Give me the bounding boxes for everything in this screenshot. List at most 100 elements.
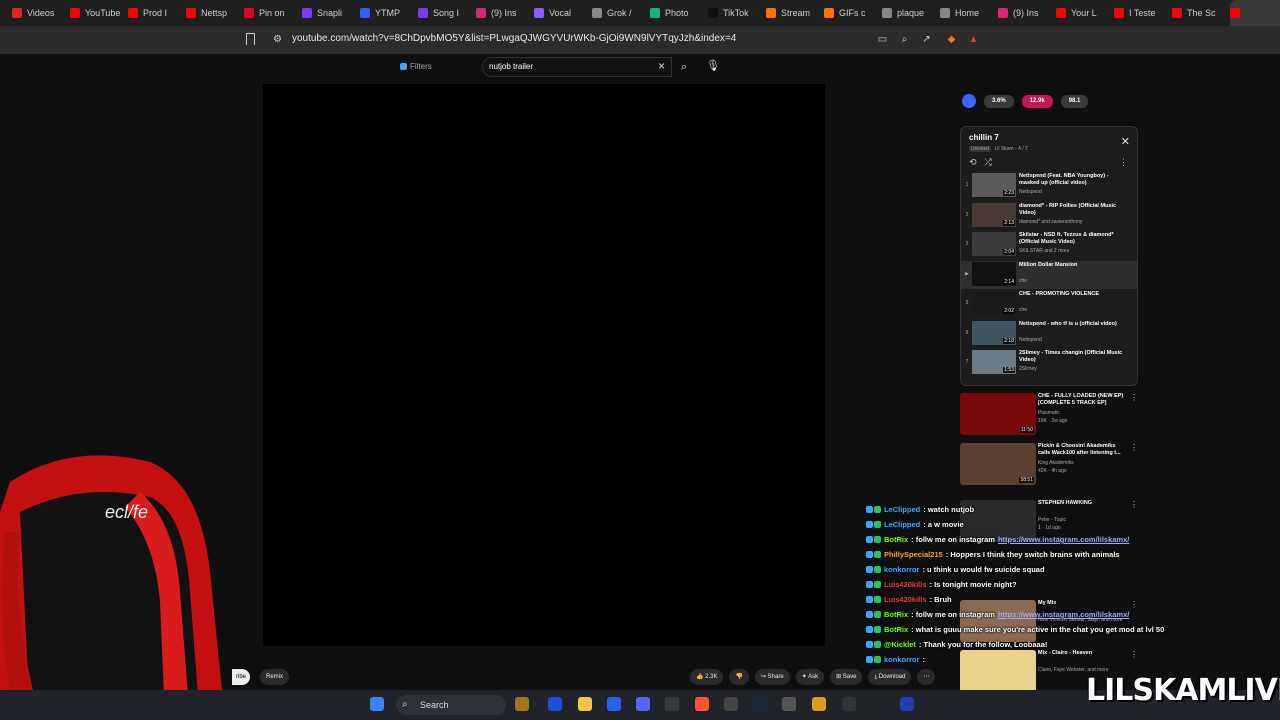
- brave-icon[interactable]: [695, 697, 709, 711]
- playlist-item-title[interactable]: Nettspend - who tf is u (official video): [1019, 321, 1127, 328]
- playlist-item[interactable]: 7 1:53 2Slimey - Times changin (Official M…: [961, 349, 1137, 377]
- playlist-item-channel[interactable]: Nettspend: [1019, 189, 1042, 195]
- browser-tab[interactable]: Stream: [766, 0, 824, 26]
- playlist-item-title[interactable]: Million Dollar Mansion: [1019, 262, 1127, 269]
- recommended-video[interactable]: 58:51 Pickin & Choosin! Akademiks calls W…: [960, 443, 1140, 489]
- widget-icon[interactable]: [515, 697, 529, 711]
- video-title[interactable]: Pickin & Choosin! Akademiks calls Wack10…: [1038, 443, 1128, 457]
- save-button[interactable]: ⊞ Save: [830, 669, 863, 685]
- browser-tab[interactable]: plaque: [882, 0, 940, 26]
- browser-tab[interactable]: Home: [940, 0, 998, 26]
- browser-tab[interactable]: Vocal: [534, 0, 592, 26]
- browser-tab[interactable]: Song I: [418, 0, 476, 26]
- playlist-item-channel[interactable]: Nettspend: [1019, 337, 1042, 343]
- browser-tab[interactable]: (9) Ins: [998, 0, 1056, 26]
- app-icon[interactable]: [812, 697, 826, 711]
- filters-button[interactable]: Filters: [400, 62, 432, 71]
- browser-tab[interactable]: Grok /: [592, 0, 650, 26]
- zoom-icon[interactable]: ⌕: [899, 34, 910, 45]
- download-button[interactable]: ⤓ Download: [868, 669, 912, 685]
- store-icon[interactable]: [607, 697, 621, 711]
- browser-tab[interactable]: (9) Ins: [476, 0, 534, 26]
- playlist-item-title[interactable]: 2Slimey - Times changin (Official Music …: [1019, 350, 1127, 364]
- obs-icon[interactable]: [724, 697, 738, 711]
- browser-tab[interactable]: [1230, 0, 1280, 26]
- video-title[interactable]: CHE - FULLY LOADED (NEW EP) [COMPLETE 5 …: [1038, 393, 1128, 407]
- chat-username[interactable]: Luis420kills: [884, 580, 927, 589]
- playlist-title[interactable]: chillin 7: [969, 133, 999, 142]
- remix-button[interactable]: Remix: [260, 669, 290, 685]
- search-box[interactable]: nutjob trailer ×: [482, 57, 672, 77]
- playlist-item-thumbnail[interactable]: 1:53: [972, 350, 1016, 374]
- playlist-item-thumbnail[interactable]: 2:02: [972, 291, 1016, 315]
- playlist-item[interactable]: 3 2:04 Skilstar - NSD ft. Tezzus & diamond…: [961, 231, 1137, 259]
- video-thumbnail[interactable]: 58:51: [960, 443, 1036, 485]
- ask-button[interactable]: ✦ Ask: [795, 669, 825, 685]
- chat-username[interactable]: BotRix: [884, 610, 908, 619]
- more-options-icon[interactable]: ⋮: [1130, 393, 1138, 402]
- dislike-button[interactable]: 👎: [729, 669, 749, 685]
- playlist-item-thumbnail[interactable]: 2:13: [972, 202, 1016, 227]
- playlist-item-thumbnail[interactable]: 2:14: [972, 261, 1016, 286]
- copilot-icon[interactable]: [548, 697, 562, 711]
- playlist-item[interactable]: 6 2:18 Nettspend - who tf is u (official v…: [961, 320, 1137, 348]
- app-icon[interactable]: [665, 697, 679, 711]
- chat-username[interactable]: BotRix: [884, 535, 908, 544]
- recommended-video[interactable]: 11:50 CHE - FULLY LOADED (NEW EP) [COMPLE…: [960, 393, 1140, 439]
- playlist-item-title[interactable]: diamond* - RIP Follies (Official Music V…: [1019, 203, 1127, 217]
- browser-tab[interactable]: I Teste: [1114, 0, 1172, 26]
- brave-shield-icon[interactable]: ◆: [946, 34, 957, 45]
- more-options-icon[interactable]: ⋮: [1119, 157, 1128, 168]
- file-explorer-icon[interactable]: [578, 697, 592, 711]
- browser-tab[interactable]: TikTok: [708, 0, 766, 26]
- loop-icon[interactable]: ⟲: [969, 157, 977, 168]
- chat-link[interactable]: https://www.instagram.com/lilskamx/: [998, 535, 1129, 544]
- clear-search-icon[interactable]: ×: [658, 59, 665, 73]
- share-icon[interactable]: ↗: [921, 34, 932, 45]
- playlist-item-thumbnail[interactable]: 2:04: [972, 232, 1016, 256]
- channel-name[interactable]: King Akademiks: [1038, 460, 1128, 466]
- playlist-item-title[interactable]: Skilstar - NSD ft. Tezzus & diamond* (Of…: [1019, 232, 1127, 246]
- url-text[interactable]: youtube.com/watch?v=8ChDpvbMO5Y&list=PLw…: [292, 33, 736, 44]
- browser-tab[interactable]: Photo: [650, 0, 708, 26]
- browser-tab[interactable]: Videos: [12, 0, 70, 26]
- playlist-item[interactable]: 1 2:23 Nettspend (Feat. NBA Youngboy) - ma…: [961, 172, 1137, 200]
- playlist-item[interactable]: 2 2:13 diamond* - RIP Follies (Official Mu…: [961, 202, 1137, 230]
- playlist-item-channel[interactable]: che: [1019, 278, 1027, 284]
- chat-link[interactable]: https://www.instagram.com/lilskamx/: [998, 610, 1129, 619]
- chat-username[interactable]: konkorror: [884, 655, 919, 664]
- browser-tab[interactable]: GIFs c: [824, 0, 882, 26]
- share-button[interactable]: ↪ Share: [754, 669, 790, 685]
- chat-username[interactable]: LeClipped: [884, 505, 920, 514]
- browser-tab[interactable]: YTMP: [360, 0, 418, 26]
- playlist-item-channel[interactable]: 2Slimey: [1019, 366, 1037, 372]
- browser-tab[interactable]: Prod I: [128, 0, 186, 26]
- chat-username[interactable]: konkorror: [884, 565, 919, 574]
- more-actions-icon[interactable]: ⋯: [917, 669, 936, 685]
- playlist-item-title[interactable]: CHE - PROMOTING VIOLENCE: [1019, 291, 1127, 298]
- app-icon[interactable]: [842, 697, 856, 711]
- subscribe-button[interactable]: ribe: [232, 669, 251, 685]
- video-player[interactable]: [263, 84, 825, 646]
- chat-username[interactable]: Luis420kills: [884, 595, 927, 604]
- bookmark-icon[interactable]: [246, 33, 255, 45]
- discord-icon[interactable]: [636, 697, 650, 711]
- playlist-item-channel[interactable]: diamond* and xavierenthony: [1019, 219, 1082, 225]
- playlist-item-channel[interactable]: SKILSTAR and 2 more: [1019, 248, 1070, 254]
- chat-username[interactable]: BotRix: [884, 625, 908, 634]
- playlist-item[interactable]: ▶ 2:14 Million Dollar Mansion che: [961, 260, 1137, 289]
- browser-tab[interactable]: Snapli: [302, 0, 360, 26]
- microphone-icon[interactable]: 🎙: [704, 57, 722, 75]
- playlist-item-thumbnail[interactable]: 2:18: [972, 320, 1016, 345]
- browser-tab[interactable]: Nettsp: [186, 0, 244, 26]
- chat-username[interactable]: PhillySpecial215: [884, 550, 943, 559]
- playlist-item-thumbnail[interactable]: 2:23: [972, 173, 1016, 197]
- browser-tab[interactable]: YouTube: [70, 0, 128, 26]
- chat-username[interactable]: @Kicklet: [884, 640, 916, 649]
- browser-tab[interactable]: Your L: [1056, 0, 1114, 26]
- search-icon[interactable]: ⌕: [674, 57, 694, 77]
- site-info-icon[interactable]: ⚙: [272, 34, 283, 45]
- rewards-icon[interactable]: ▲: [968, 34, 979, 45]
- cast-icon[interactable]: ▭: [877, 34, 888, 45]
- windows-icon[interactable]: [370, 697, 384, 711]
